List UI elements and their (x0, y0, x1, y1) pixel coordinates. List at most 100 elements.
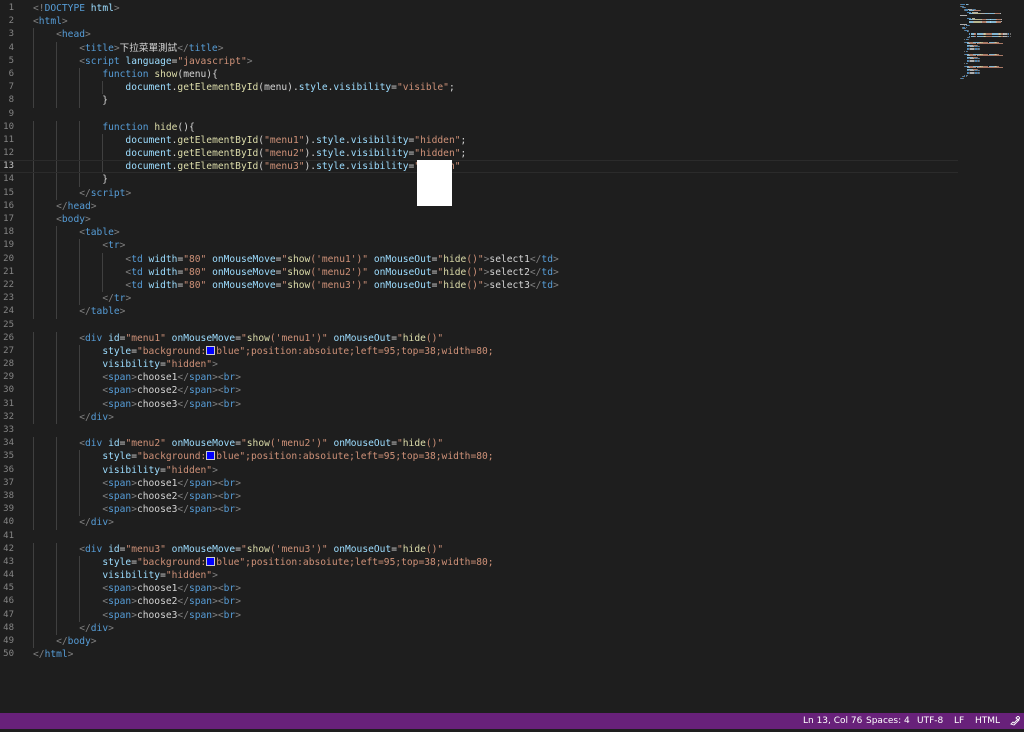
code-line[interactable]: 17 <body> (0, 213, 958, 227)
code-line[interactable]: 49 </body> (0, 635, 958, 649)
code-line[interactable]: 5 <script language="javascript"> (0, 54, 958, 68)
code-line[interactable]: 44 visibility="hidden"> (0, 569, 958, 583)
code-line[interactable]: 39 <span>choose3</span><br> (0, 503, 958, 517)
code-line[interactable]: 18 <table> (0, 226, 958, 240)
line-number: 44 (3, 570, 14, 581)
code-token: "hidden" (165, 570, 213, 582)
line-content: <title>下拉菜單測試</title> (33, 42, 223, 55)
line-number: 40 (3, 517, 14, 528)
line-content: <div id="menu1" onMouseMove="show('menu1… (33, 332, 443, 345)
code-line[interactable]: 34 <div id="menu2" onMouseMove="show('me… (0, 437, 958, 451)
minimap-segment (977, 43, 1004, 44)
code-line[interactable]: 12 document.getElementById("menu2").styl… (0, 147, 958, 161)
code-line[interactable]: 35 style="background: blue";position:abso… (0, 450, 958, 464)
encoding-setting[interactable]: UTF-8 (917, 713, 943, 729)
code-line[interactable]: 50 </html> (0, 648, 958, 661)
code-line[interactable]: 9 (0, 108, 958, 121)
color-swatch-icon[interactable] (206, 451, 216, 461)
code-token: "hidden" (414, 148, 461, 160)
code-line[interactable]: 8 } (0, 94, 958, 108)
code-line[interactable]: 4 <title>下拉菜單測試</title> (0, 41, 958, 55)
minimap[interactable] (958, 0, 1024, 713)
minimap-segment (973, 22, 982, 23)
code-line[interactable]: 43 style="background: blue";position:abso… (0, 555, 958, 570)
code-line[interactable]: 1 <!DOCTYPE html> (0, 2, 958, 15)
line-number: 36 (3, 464, 14, 475)
line-number: 6 (8, 68, 14, 79)
code-token: <! (33, 3, 45, 14)
code-line[interactable]: 27 style="background: blue";position:abso… (0, 344, 958, 359)
code-token: >< (212, 504, 224, 516)
code-token: "hidden" (165, 359, 213, 371)
code-line[interactable]: 28 visibility="hidden"> (0, 358, 958, 372)
code-token: hide (443, 266, 467, 278)
indentation-setting[interactable]: Spaces: 4 (866, 713, 910, 729)
line-number: 48 (3, 622, 14, 633)
code-line[interactable]: 30 <span>choose2</span><br> (0, 384, 958, 398)
code-line[interactable]: 10 function hide(){ (0, 120, 958, 134)
code-token: choose1 (136, 372, 178, 384)
code-line[interactable]: 47 <span>choose3</span><br> (0, 608, 958, 622)
code-line[interactable]: 6 function show(menu){ (0, 67, 958, 82)
line-content: </script> (33, 187, 131, 200)
code-line[interactable]: 7 document.getElementById(menu).style.vi… (0, 81, 958, 95)
code-line[interactable]: 13 document.getElementById("menu3").styl… (0, 160, 958, 174)
line-number: 34 (3, 438, 14, 449)
code-line[interactable]: 25 (0, 319, 958, 332)
line-number: 17 (3, 214, 14, 224)
code-line[interactable]: 24 </table> (0, 305, 958, 319)
code-line[interactable]: 19 <tr> (0, 239, 958, 253)
code-token: ; (460, 148, 467, 160)
code-line[interactable]: 36 visibility="hidden"> (0, 463, 958, 477)
line-number: 11 (3, 134, 14, 145)
line-content: visibility="hidden"> (33, 569, 218, 582)
color-swatch-icon[interactable] (206, 345, 216, 355)
line-number: 29 (3, 372, 14, 383)
code-token: ). (304, 148, 317, 160)
code-token: > (235, 596, 241, 608)
code-line[interactable]: 3 <head> (0, 28, 958, 42)
code-line[interactable]: 41 (0, 530, 958, 543)
code-line[interactable]: 29 <span>choose1</span><br> (0, 371, 958, 385)
eol-setting[interactable]: LF (954, 713, 964, 729)
feedback-icon[interactable] (1010, 715, 1021, 726)
code-token: blue";position:absoiute;left=95;top=38;w… (216, 345, 494, 357)
code-line[interactable]: 11 document.getElementById("menu1").styl… (0, 133, 958, 148)
code-token: script (90, 187, 126, 199)
code-line[interactable]: 46 <span>choose2</span><br> (0, 595, 958, 609)
code-token: br (223, 372, 236, 384)
code-line[interactable]: 20 <td width="80" onMouseMove="show('men… (0, 252, 958, 266)
code-area[interactable]: 1 <!DOCTYPE html> 2 <html> 3 <head> 4 <title>… (0, 2, 958, 661)
code-line[interactable]: 42 <div id="menu3" onMouseMove="show('me… (0, 542, 958, 556)
code-token: </ (529, 279, 542, 291)
code-line[interactable]: 16 </head> (0, 199, 958, 213)
code-line[interactable]: 40 </div> (0, 516, 958, 530)
code-token: br (223, 490, 236, 502)
code-line[interactable]: 15 </script> (0, 186, 958, 200)
code-line[interactable]: 31 <span>choose3</span><br> (0, 397, 958, 411)
code-line[interactable]: 48 </div> (0, 621, 958, 635)
code-line[interactable]: 37 <span>choose1</span><br> (0, 476, 958, 490)
code-line[interactable]: 2 <html> (0, 15, 958, 28)
code-token: ). (304, 161, 317, 173)
code-token: "hidden" (165, 464, 213, 476)
color-swatch-icon[interactable] (206, 556, 216, 566)
code-editor[interactable]: 1 <!DOCTYPE html> 2 <html> 3 <head> 4 <title>… (0, 0, 1024, 713)
code-line[interactable]: 26 <div id="menu1" onMouseMove="show('me… (0, 331, 958, 345)
code-line[interactable]: 45 <span>choose1</span><br> (0, 582, 958, 596)
code-line[interactable]: 22 <td width="80" onMouseMove="show('men… (0, 278, 958, 293)
code-line[interactable]: 14 } (0, 173, 958, 187)
cursor-position[interactable]: Ln 13, Col 76 (803, 713, 862, 729)
line-content: } (33, 173, 108, 186)
code-line[interactable]: 23 </tr> (0, 292, 958, 306)
code-line[interactable]: 21 <td width="80" onMouseMove="show('men… (0, 265, 958, 279)
code-token: visibility (333, 82, 392, 94)
line-content: <span>choose2</span><br> (33, 490, 241, 503)
language-mode[interactable]: HTML (975, 713, 1000, 729)
code-line[interactable]: 32 </div> (0, 410, 958, 424)
code-line[interactable]: 33 (0, 424, 958, 437)
code-line[interactable]: 38 <span>choose2</span><br> (0, 489, 958, 504)
